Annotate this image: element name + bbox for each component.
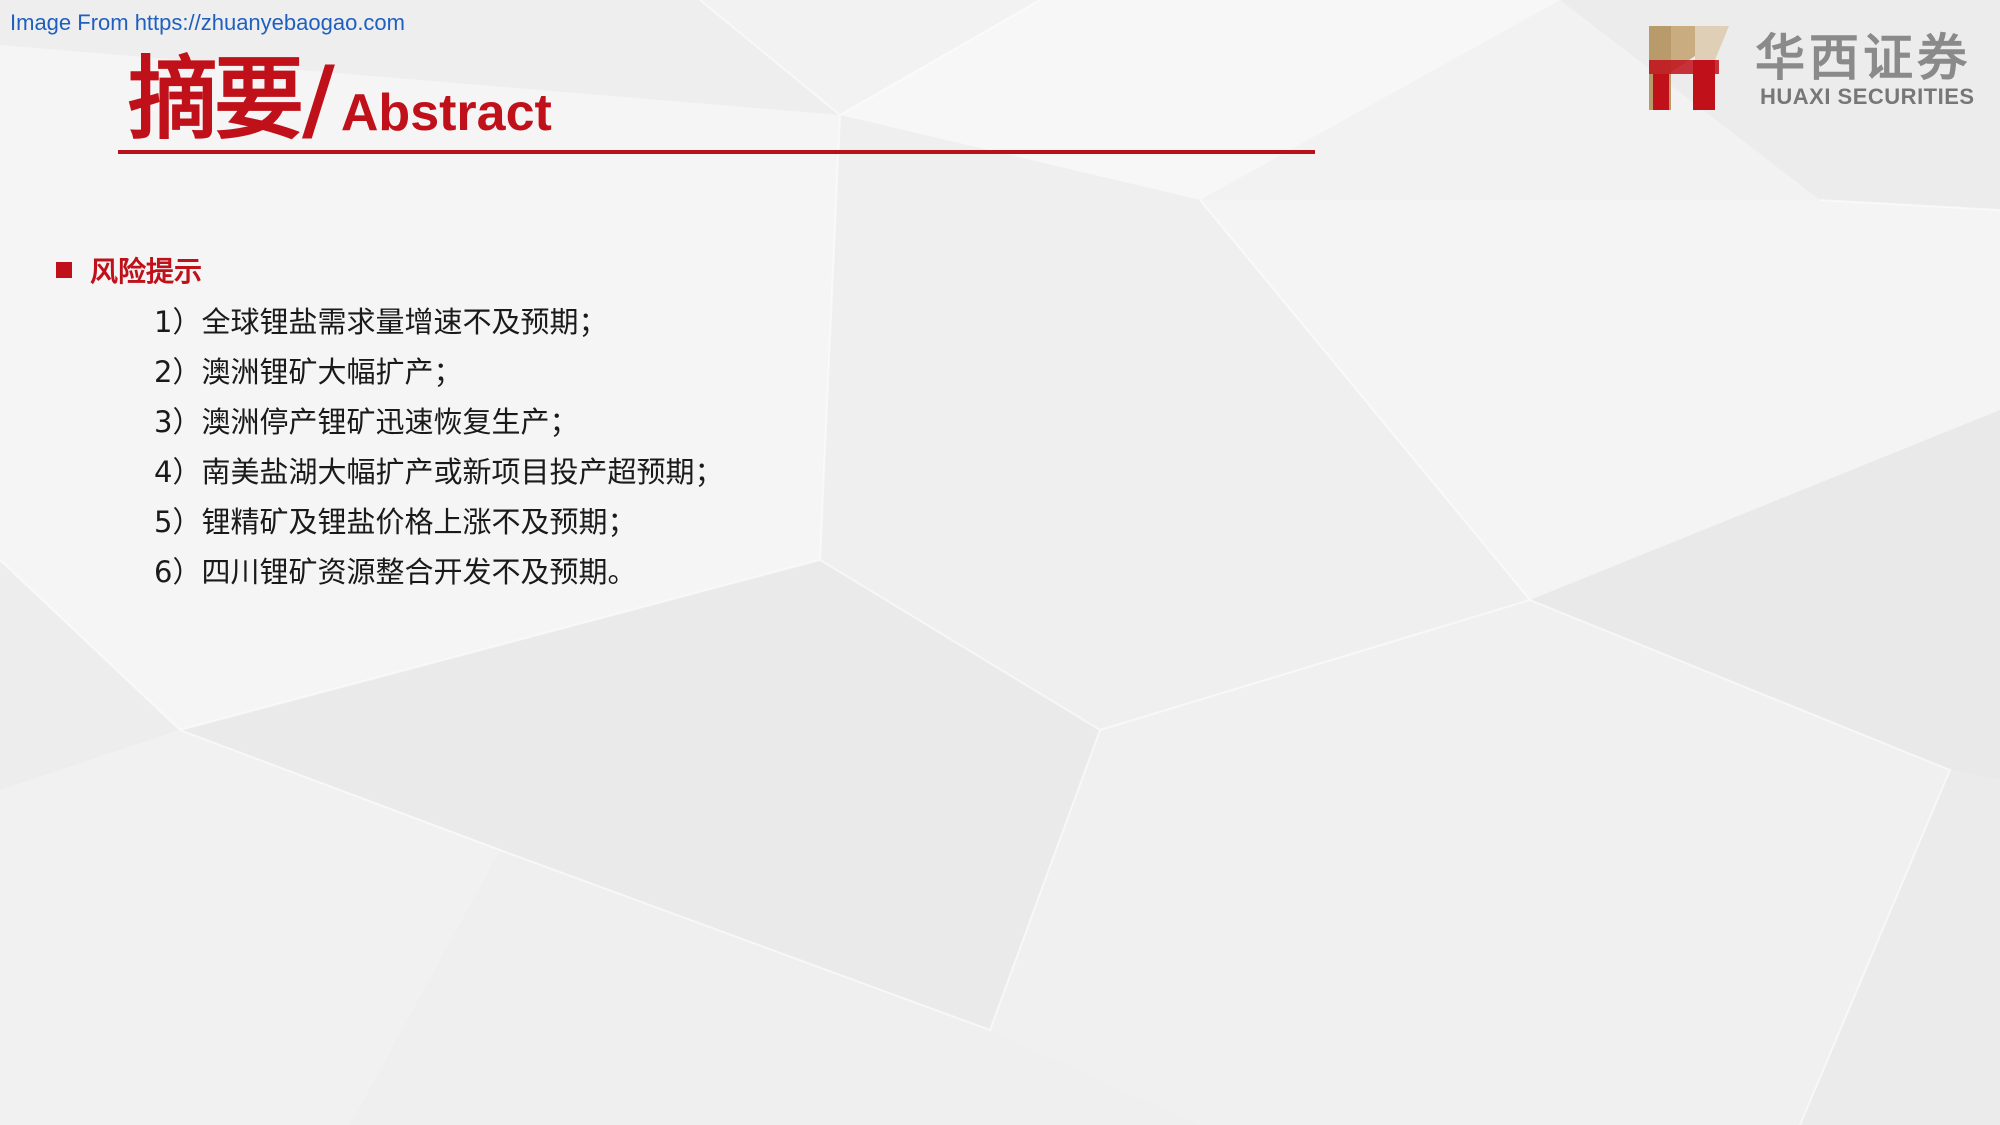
risk-section-title: 风险提示 — [90, 255, 203, 288]
risk-item-4: 4）南美盐湖大幅扩产或新项目投产超预期； — [154, 455, 724, 489]
logo-text-en: HUAXI SECURITIES — [1760, 84, 1975, 109]
risk-item-5: 5）锂精矿及锂盐价格上涨不及预期； — [154, 505, 637, 539]
page-title-cn: 摘要 — [128, 47, 304, 152]
risk-list: 1）全球锂盐需求量增速不及预期； 2）澳洲锂矿大幅扩产； 3）澳洲停产锂矿迅速恢… — [154, 297, 723, 597]
risk-item-3: 3）澳洲停产锂矿迅速恢复生产； — [154, 405, 579, 439]
page-title-en: Abstract — [340, 84, 552, 142]
risk-section-header: 风险提示 — [56, 250, 202, 290]
page-title: 摘要/Abstract — [128, 26, 552, 156]
square-bullet-icon — [56, 262, 72, 278]
title-divider — [118, 150, 1315, 154]
logo-text-cn: 华西证券 — [1755, 28, 1971, 87]
company-logo: 华西证券 HUAXI SECURITIES — [1645, 18, 1985, 118]
risk-item-1: 1）全球锂盐需求量增速不及预期； — [154, 305, 608, 339]
page-title-slash: / — [302, 47, 335, 152]
risk-item-6: 6）四川锂矿资源整合开发不及预期。 — [154, 555, 637, 589]
huaxi-logo-mark-icon — [1649, 26, 1729, 110]
risk-item-2: 2）澳洲锂矿大幅扩产； — [154, 355, 463, 389]
risk-section: 风险提示 1）全球锂盐需求量增速不及预期； 2）澳洲锂矿大幅扩产； 3）澳洲停产… — [56, 250, 723, 589]
